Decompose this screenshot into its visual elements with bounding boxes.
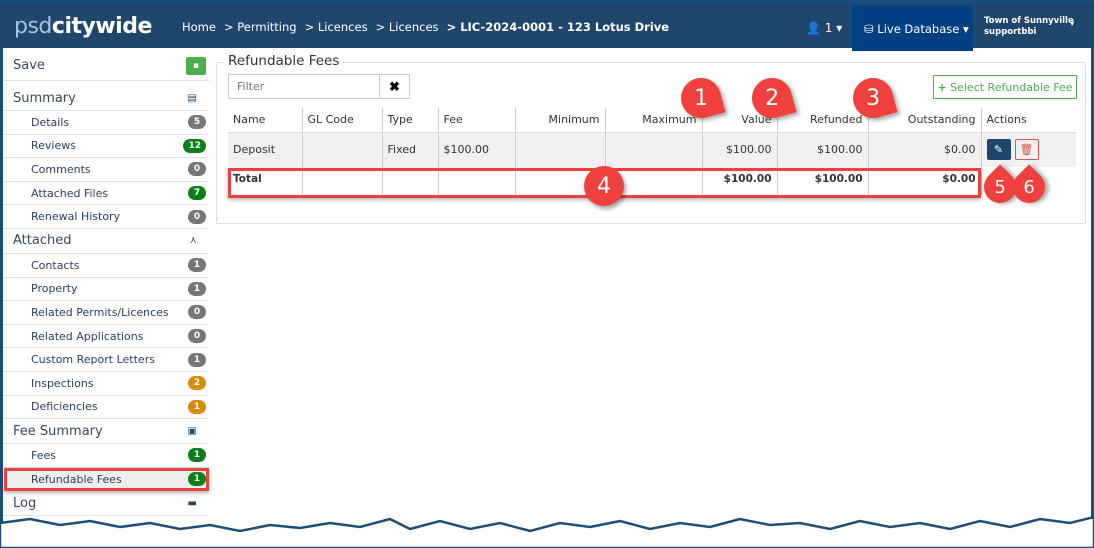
- breadcrumb-permitting[interactable]: > Permitting: [224, 20, 297, 34]
- sidebar-item-inspections[interactable]: Inspections 2: [4, 372, 209, 396]
- count-badge: 12: [183, 138, 206, 153]
- count-badge: 0: [188, 329, 206, 344]
- sidebar-item-fees[interactable]: Fees 1: [4, 444, 209, 468]
- close-icon: ✖: [389, 78, 400, 94]
- cell-fee: $100.00: [437, 132, 515, 167]
- edit-button[interactable]: ✎: [986, 139, 1011, 161]
- cell-gl-code: [301, 132, 382, 167]
- users-icon: 👤: [806, 21, 821, 35]
- sidebar-item-details[interactable]: Details 5: [4, 111, 209, 135]
- cell-actions: ✎ 🗑: [980, 132, 1076, 167]
- account-dropdown[interactable]: Town of Sunnyville supportbbi ▾: [984, 16, 1074, 38]
- logo[interactable]: psdcitywide: [14, 14, 152, 39]
- cell-outstanding: $0.00: [867, 132, 981, 167]
- trash-icon: 🗑: [1019, 143, 1034, 157]
- pencil-icon: ✎: [993, 143, 1004, 157]
- sidebar-section-summary[interactable]: Summary ▤: [4, 86, 209, 111]
- count-badge: 1: [188, 472, 206, 487]
- sitemap-icon: ⋏: [189, 235, 197, 247]
- breadcrumb: Home > Permitting > Licences > Licences …: [182, 20, 669, 34]
- sidebar-item-related-applications[interactable]: Related Applications 0: [4, 325, 209, 349]
- count-badge: 5: [188, 115, 206, 130]
- save-icon: ▪: [186, 56, 206, 75]
- table-row: Deposit Fixed $100.00 $100.00 $100.00 $0…: [228, 132, 1076, 167]
- col-actions: Actions: [980, 108, 1076, 133]
- table-header: Name GL Code Type Fee Minimum Maximum Va…: [228, 108, 1076, 133]
- cell-minimum: [514, 132, 605, 167]
- sidebar-item-contacts[interactable]: Contacts 1: [4, 254, 209, 278]
- sidebar-item-property[interactable]: Property 1: [4, 278, 209, 302]
- count-badge: 1: [188, 258, 206, 273]
- page-title: Refundable Fees: [224, 53, 344, 69]
- sidebar-item-related-permits-licences[interactable]: Related Permits/Licences 0: [4, 301, 209, 325]
- col-name[interactable]: Name: [228, 108, 302, 133]
- breadcrumb-licences[interactable]: > Licences: [305, 20, 368, 34]
- sidebar-section-fee-summary[interactable]: Fee Summary ▣: [4, 419, 209, 445]
- cell-refunded: $100.00: [776, 132, 868, 167]
- cell-value: $100.00: [701, 132, 777, 167]
- caret-down-icon: ▾: [962, 22, 969, 36]
- cell-name: Deposit: [228, 132, 302, 167]
- breadcrumb-licences-2[interactable]: > Licences: [376, 20, 439, 34]
- col-type[interactable]: Type: [381, 108, 438, 133]
- money-icon: ▣: [187, 425, 197, 437]
- count-badge: 0: [188, 209, 206, 224]
- breadcrumb-current: > LIC-2024-0001 - 123 Lotus Drive: [446, 20, 670, 34]
- sidebar-item-deficiencies[interactable]: Deficiencies 1: [4, 396, 209, 420]
- count-badge: 1: [188, 281, 206, 296]
- database-dropdown[interactable]: ⛁ Live Database ▾: [852, 6, 973, 51]
- count-badge: 7: [188, 186, 206, 201]
- cell-maximum: [604, 132, 702, 167]
- count-badge: 0: [188, 162, 206, 177]
- users-dropdown[interactable]: 👤 1 ▾: [806, 21, 842, 35]
- callout-4: 4: [584, 166, 624, 206]
- sidebar-item-refundable-fees[interactable]: Refundable Fees 1: [4, 467, 209, 492]
- filter-input[interactable]: [228, 74, 380, 99]
- save-button[interactable]: Save ▪: [4, 51, 209, 81]
- sidebar-item-comments[interactable]: Comments 0: [4, 158, 209, 182]
- top-nav: psdcitywide Home > Permitting > Licences…: [0, 0, 1094, 51]
- sidebar-item-reviews[interactable]: Reviews 12: [4, 135, 209, 159]
- count-badge: 0: [188, 305, 206, 320]
- plus-icon: +: [937, 80, 947, 94]
- breadcrumb-home[interactable]: Home: [182, 20, 216, 34]
- caret-down-icon: ▾: [836, 21, 843, 35]
- col-gl-code[interactable]: GL Code: [301, 108, 382, 133]
- sidebar-item-renewal-history[interactable]: Renewal History 0: [4, 205, 209, 229]
- torn-edge: [0, 515, 1094, 548]
- sidebar-item-custom-report-letters[interactable]: Custom Report Letters 1: [4, 348, 209, 372]
- caret-down-icon: ▾: [1070, 19, 1075, 29]
- clear-filter-button[interactable]: ✖: [379, 74, 410, 99]
- select-refundable-fee-button[interactable]: + Select Refundable Fee: [933, 75, 1077, 99]
- count-badge: 1: [188, 448, 206, 463]
- count-badge: 2: [188, 376, 206, 391]
- delete-button[interactable]: 🗑: [1014, 139, 1039, 161]
- count-badge: 1: [188, 352, 206, 367]
- sidebar-item-attached-files[interactable]: Attached Files 7: [4, 182, 209, 206]
- col-minimum[interactable]: Minimum: [514, 108, 605, 133]
- sidebar-section-attached[interactable]: Attached ⋏: [4, 229, 209, 254]
- count-badge: 1: [188, 399, 206, 414]
- database-icon: ⛁: [864, 22, 874, 36]
- table-icon: ▤: [187, 92, 197, 104]
- sidebar: Save ▪ Summary ▤ Details 5 Reviews 12 Comments 0…: [4, 51, 209, 517]
- col-fee[interactable]: Fee: [437, 108, 515, 133]
- cell-type: Fixed: [381, 132, 438, 167]
